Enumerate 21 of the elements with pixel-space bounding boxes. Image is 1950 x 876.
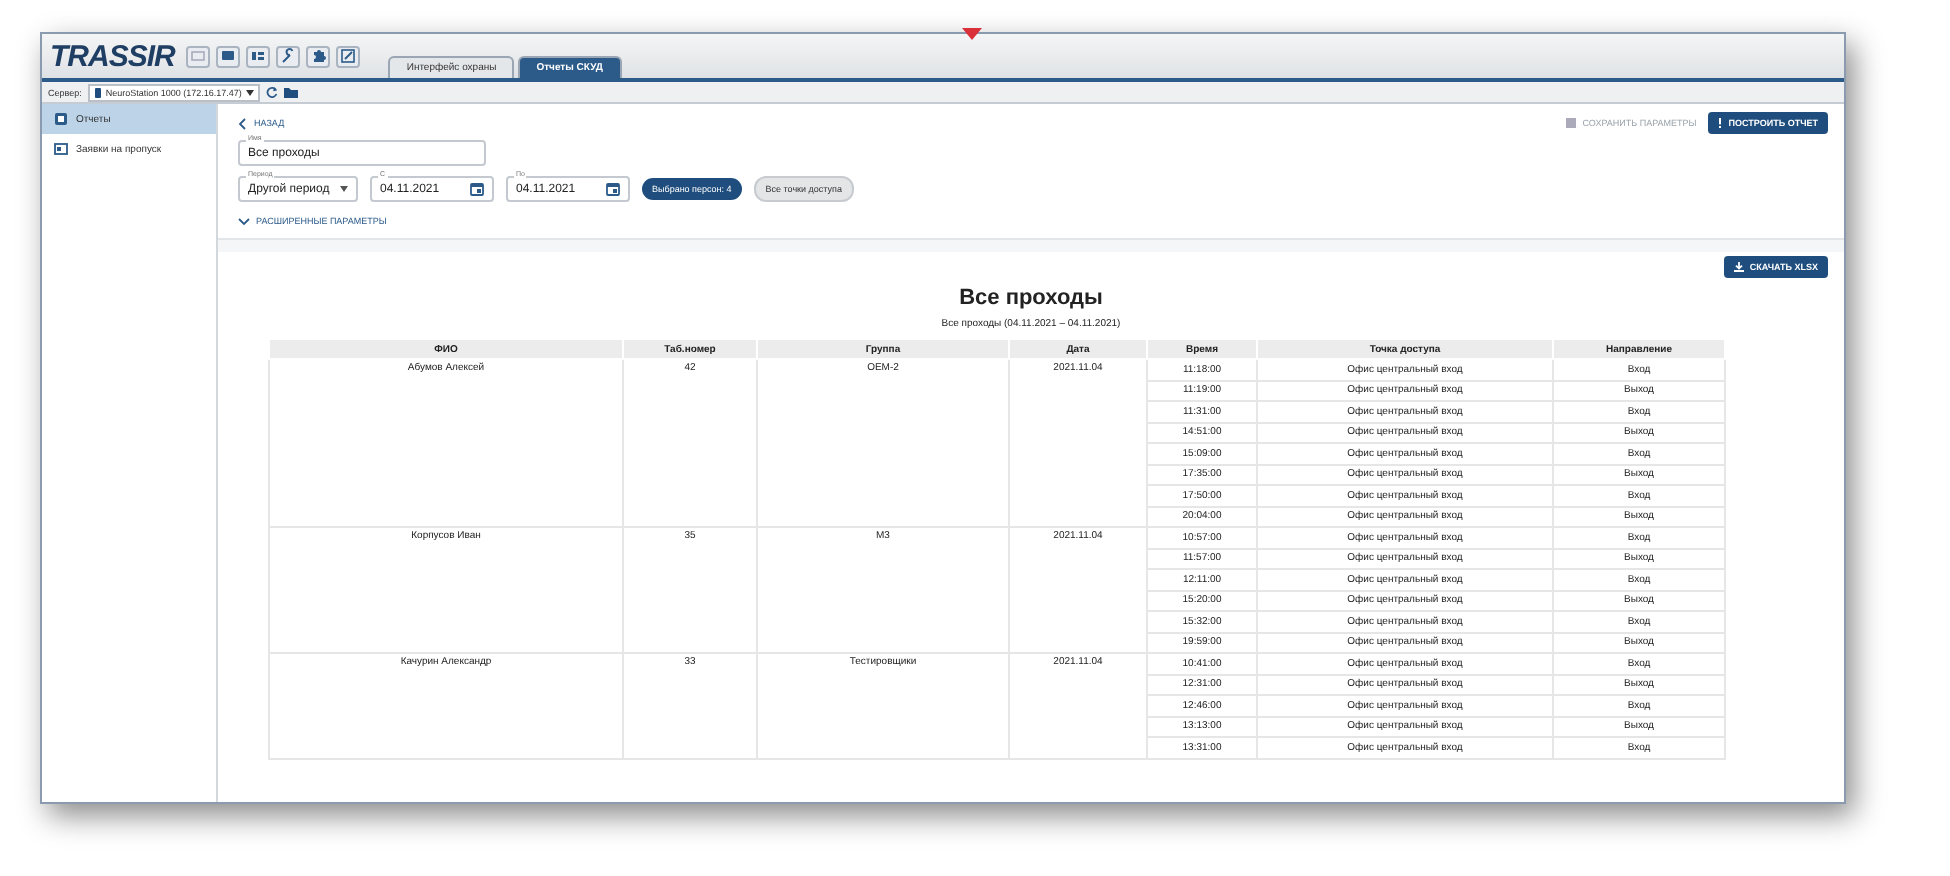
report-title: Все проходы <box>959 286 1103 310</box>
chevron-down-icon <box>238 217 250 225</box>
layout-icon[interactable] <box>246 45 271 67</box>
refresh-icon <box>265 86 278 98</box>
calendar-icon <box>606 182 620 196</box>
exclamation-icon <box>1718 118 1723 128</box>
app-logo: TRASSIR <box>50 39 175 73</box>
calendar-icon <box>470 182 484 196</box>
save-icon <box>1566 118 1577 128</box>
report-icon <box>54 112 68 126</box>
monitor-icon[interactable] <box>216 45 241 67</box>
triangle-icon <box>962 28 982 40</box>
chevron-left-icon <box>238 117 246 129</box>
server-icon <box>93 87 102 97</box>
caret-icon <box>245 89 254 95</box>
download-icon <box>1733 262 1744 272</box>
folder-icon <box>283 86 298 98</box>
pencil-icon[interactable] <box>336 45 361 67</box>
puzzle-icon[interactable] <box>306 45 331 67</box>
caret-icon <box>340 186 348 192</box>
badge-icon <box>54 142 68 156</box>
